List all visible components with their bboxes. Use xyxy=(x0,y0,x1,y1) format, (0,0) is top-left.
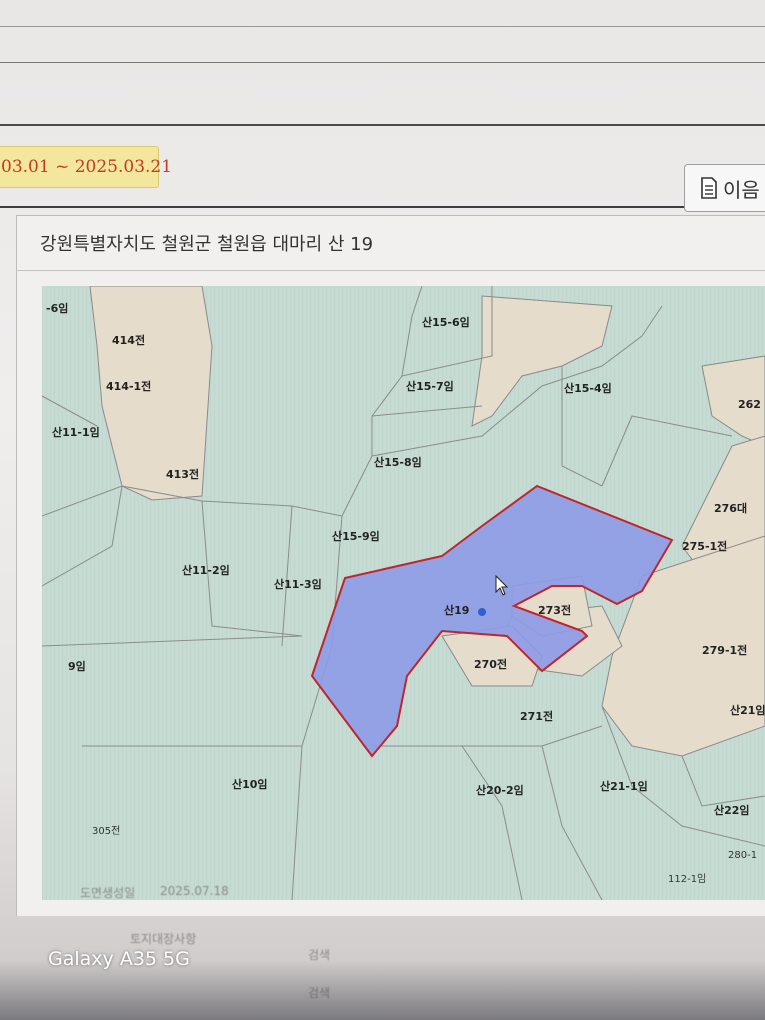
label-san21: 산21임 xyxy=(730,703,765,717)
label-san15-9: 산15-9임 xyxy=(332,529,380,543)
map-canvas[interactable]: -6임 414전 414-1전 산11-1임 413전 산15-6임 산15-7… xyxy=(42,286,765,900)
label-271: 271전 xyxy=(520,709,553,723)
label-279-1: 279-1전 xyxy=(702,643,747,657)
label-273: 273전 xyxy=(538,603,571,617)
base-date-select[interactable]: 2025.07.18 xyxy=(160,884,229,898)
label-selected-parcel: 산19 xyxy=(444,603,469,617)
location-marker xyxy=(478,608,486,616)
label-san11-2: 산11-2임 xyxy=(182,563,230,577)
base-date-label: 도면생성일 xyxy=(80,886,136,900)
label-413: 413전 xyxy=(166,467,199,481)
label-san11-1: 산11-1임 xyxy=(52,425,100,439)
label-280-1: 280-1 xyxy=(728,850,757,861)
label-414: 414전 xyxy=(112,333,145,347)
label-6: -6임 xyxy=(46,302,68,315)
label-san10: 산10임 xyxy=(232,777,268,791)
next-button[interactable]: 이음 xyxy=(684,164,765,212)
top-divider xyxy=(0,26,765,27)
label-9: 9임 xyxy=(68,660,86,673)
header-divider xyxy=(0,62,765,63)
cadastral-map[interactable]: -6임 414전 414-1전 산11-1임 413전 산15-6임 산15-7… xyxy=(42,286,765,900)
label-san22: 산22임 xyxy=(714,803,750,817)
label-275-1: 275-1전 xyxy=(682,539,727,553)
device-watermark: Galaxy A35 5G xyxy=(48,948,190,970)
label-414-1: 414-1전 xyxy=(106,379,151,393)
label-305: 305전 xyxy=(92,825,120,837)
next-button-label: 이음 xyxy=(723,177,760,202)
label-262: 262 xyxy=(738,398,761,411)
label-san15-7: 산15-7임 xyxy=(406,379,454,393)
document-icon xyxy=(701,177,717,199)
label-san11-3: 산11-3임 xyxy=(274,577,322,591)
address-divider xyxy=(16,270,765,271)
label-san15-4: 산15-4임 xyxy=(564,381,612,395)
label-san20-2: 산20-2임 xyxy=(476,783,524,797)
label-san15-6: 산15-6임 xyxy=(422,315,470,329)
label-san21-1: 산21-1임 xyxy=(600,779,648,793)
label-san15-8: 산15-8임 xyxy=(374,455,422,469)
date-range-badge: 03.01 ~ 2025.03.21 xyxy=(0,146,172,188)
panel-divider xyxy=(0,206,765,208)
label-276: 276대 xyxy=(714,501,747,515)
section-divider xyxy=(0,124,765,126)
parcel-address: 강원특별자치도 철원군 철원읍 대마리 산 19 xyxy=(40,234,374,255)
land-register-label: 토지대장사항 xyxy=(130,932,197,946)
label-270: 270전 xyxy=(474,657,507,671)
